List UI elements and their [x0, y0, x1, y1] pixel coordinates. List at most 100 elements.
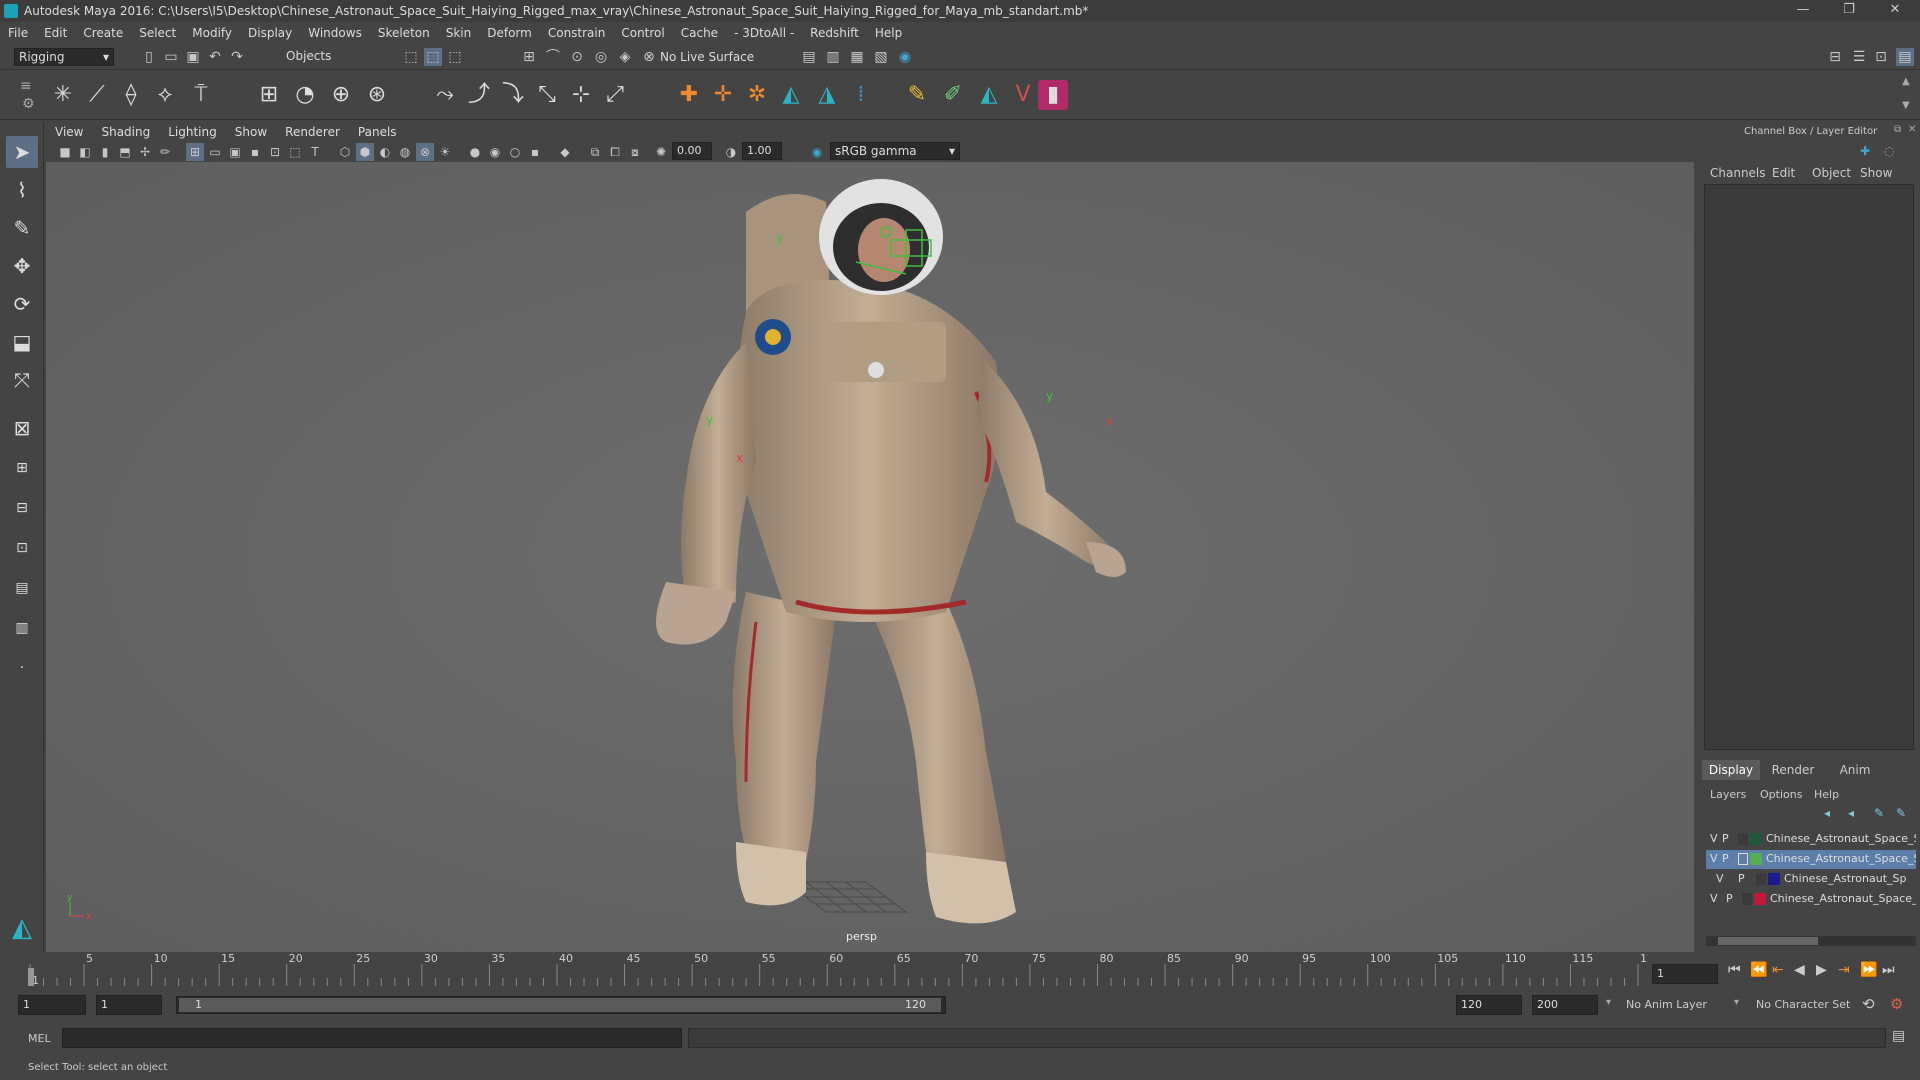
xray-joints-icon[interactable]: ⧠: [606, 143, 624, 161]
field-chart-icon[interactable]: ⊡: [266, 143, 284, 161]
layer-scrollbar-thumb[interactable]: [1718, 937, 1818, 945]
playback-end-field[interactable]: 120: [1456, 995, 1522, 1015]
wireframe-icon[interactable]: ⬡: [336, 143, 354, 161]
tab-anim[interactable]: Anim: [1826, 760, 1884, 780]
star-locator-icon[interactable]: ✲: [742, 80, 772, 110]
ipr-render-icon[interactable]: ▦: [848, 48, 866, 66]
live-surface-label[interactable]: No Live Surface: [660, 50, 754, 64]
brush-icon[interactable]: ✐: [938, 80, 968, 110]
range-track[interactable]: 1 120: [176, 996, 946, 1014]
step-forward-key-icon[interactable]: ⏩: [1860, 962, 1877, 978]
smooth-shade-icon[interactable]: ⬢: [356, 143, 374, 161]
snap-view-icon[interactable]: ◎: [592, 48, 610, 66]
cb-edit-menu[interactable]: Edit: [1772, 166, 1795, 180]
layer-row-selected[interactable]: V P Chinese_Astronaut_Space_Su: [1706, 850, 1916, 869]
shelf-settings-icon[interactable]: ⚙: [22, 96, 35, 112]
layer-type-box[interactable]: [1738, 853, 1748, 865]
layer-type-box[interactable]: [1742, 893, 1752, 905]
command-language-label[interactable]: MEL: [28, 1032, 51, 1045]
paint-select-icon[interactable]: ✎: [6, 212, 38, 244]
layout-more-icon[interactable]: ·: [6, 652, 38, 684]
select-component-icon[interactable]: ⬚: [446, 48, 464, 66]
menu-skeleton[interactable]: Skeleton: [370, 26, 438, 40]
orient-constraint-icon[interactable]: ⤵: [498, 80, 528, 110]
chart-tool-icon[interactable]: ▮: [1038, 80, 1068, 110]
layer-row[interactable]: V P Chinese_Astronaut_Sp: [1706, 870, 1916, 889]
move-layer-up-icon[interactable]: ◂: [1824, 806, 1830, 820]
render-frame-icon[interactable]: ▤: [800, 48, 818, 66]
menu-display[interactable]: Display: [240, 26, 300, 40]
undo-icon[interactable]: ↶: [206, 48, 224, 66]
select-tool-icon[interactable]: ➤: [6, 136, 38, 168]
go-to-start-icon[interactable]: ⏮: [1728, 962, 1741, 978]
go-to-end-icon[interactable]: ⏭: [1882, 962, 1895, 978]
film-gate-icon[interactable]: ▭: [206, 143, 224, 161]
hypershade-icon[interactable]: ◉: [896, 48, 914, 66]
exposure-icon[interactable]: ✺: [652, 143, 670, 161]
image-plane-icon[interactable]: ⬒: [116, 143, 134, 161]
layer-playback[interactable]: P: [1738, 872, 1745, 885]
panel-menu-show[interactable]: Show: [226, 125, 276, 139]
orient-joint-icon[interactable]: ⍑: [186, 80, 216, 110]
layer-playback[interactable]: P: [1726, 892, 1733, 905]
cb-show-menu[interactable]: Show: [1860, 166, 1892, 180]
menu-deform[interactable]: Deform: [479, 26, 540, 40]
current-time-marker[interactable]: [28, 968, 34, 986]
script-icon[interactable]: ✎: [902, 80, 932, 110]
float-panel-icon[interactable]: ⧉: [1894, 124, 1901, 135]
chevron-down-icon[interactable]: ▾: [1734, 997, 1739, 1008]
layer-color-swatch[interactable]: [1768, 873, 1780, 885]
range-bar[interactable]: [179, 998, 941, 1012]
anti-alias-icon[interactable]: ○: [506, 143, 524, 161]
time-slider[interactable]: 1 5 10 15 20 25 30 35 40 45 50 55 60 65 70 75 80 85 90 95 10…: [0, 952, 1920, 988]
layout-four-icon[interactable]: ⊟: [6, 492, 38, 524]
step-back-key-icon[interactable]: ⏪: [1750, 962, 1767, 978]
maximize-button[interactable]: ❐: [1826, 0, 1872, 22]
start-time-field[interactable]: 1: [18, 995, 86, 1015]
snap-live-icon[interactable]: ⊗: [640, 48, 658, 66]
exposure-field[interactable]: 0.00: [672, 142, 712, 160]
snap-point-icon[interactable]: ⊙: [568, 48, 586, 66]
attribute-editor-icon[interactable]: ☰: [1850, 48, 1868, 66]
channels-menu[interactable]: Channels: [1710, 166, 1766, 180]
scale-tool-icon[interactable]: ⬓: [6, 326, 38, 358]
command-input[interactable]: [62, 1028, 682, 1048]
new-scene-icon[interactable]: ▯: [140, 48, 158, 66]
bookmark-icon[interactable]: ▮: [96, 143, 114, 161]
show-manipulator-icon[interactable]: ⊠: [6, 412, 38, 444]
scale-constraint-icon[interactable]: ⤡: [532, 80, 562, 110]
gamma-icon[interactable]: ◑: [722, 143, 740, 161]
layer-scrollbar[interactable]: [1706, 936, 1916, 946]
layer-visibility[interactable]: V: [1710, 892, 1718, 905]
pole-vector-icon[interactable]: ⤢: [600, 80, 630, 110]
shelf-scroll-down-icon[interactable]: ▼: [1902, 100, 1910, 111]
menu-help[interactable]: Help: [867, 26, 910, 40]
2d-pan-icon[interactable]: ✢: [136, 143, 154, 161]
menu-file[interactable]: File: [0, 26, 36, 40]
preferences-icon[interactable]: ⚙: [1890, 995, 1903, 1013]
play-forwards-icon[interactable]: ▶: [1816, 962, 1827, 978]
layout-single-icon[interactable]: ⊞: [6, 452, 38, 484]
layer-color-swatch[interactable]: [1750, 833, 1762, 845]
channel-list[interactable]: [1704, 184, 1914, 750]
auto-key-icon[interactable]: ⟲: [1862, 995, 1875, 1013]
layer-type-box[interactable]: [1738, 833, 1748, 845]
render-settings-icon[interactable]: ▧: [872, 48, 890, 66]
shelf-menu-icon[interactable]: ≡: [20, 78, 32, 94]
menu-cache[interactable]: Cache: [673, 26, 726, 40]
playback-start-field[interactable]: 1: [96, 995, 162, 1015]
menu-select[interactable]: Select: [131, 26, 184, 40]
close-button[interactable]: ✕: [1872, 0, 1918, 22]
safe-action-icon[interactable]: ⬚: [286, 143, 304, 161]
open-scene-icon[interactable]: ▭: [162, 48, 180, 66]
joint-locator-icon[interactable]: ✛: [708, 80, 738, 110]
menu-skin[interactable]: Skin: [438, 26, 480, 40]
paint-weights-icon[interactable]: ◔: [290, 80, 320, 110]
maya-m2-icon[interactable]: ◮: [812, 80, 842, 110]
modeling-toolkit-icon[interactable]: ⊟: [1826, 48, 1844, 66]
selection-mode-dropdown[interactable]: Objects: [282, 48, 374, 66]
panel-menu-shading[interactable]: Shading: [92, 125, 159, 139]
safe-title-icon[interactable]: T: [306, 143, 324, 161]
save-scene-icon[interactable]: ▣: [184, 48, 202, 66]
view-transform-dropdown[interactable]: sRGB gamma ▾: [830, 142, 960, 160]
